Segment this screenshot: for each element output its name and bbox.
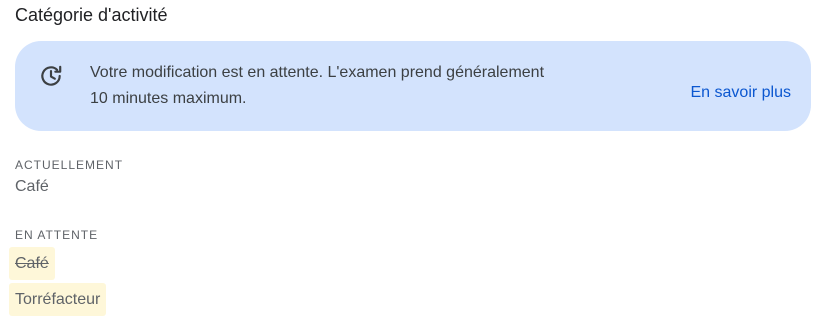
business-category-panel: Catégorie d'activité Votre modification … xyxy=(0,0,828,316)
current-label: ACTUELLEMENT xyxy=(15,158,124,172)
pending-label: EN ATTENTE xyxy=(15,228,99,242)
pending-message-line-2: 10 minutes maximum. xyxy=(90,90,247,107)
removed-category-chip: Café xyxy=(9,247,55,280)
clock-pending-icon xyxy=(38,63,64,89)
current-value: Café xyxy=(15,178,49,195)
pending-message-line-1: Votre modification est en attente. L'exa… xyxy=(90,64,545,81)
pending-change-banner: Votre modification est en attente. L'exa… xyxy=(15,41,811,131)
added-category-chip: Torréfacteur xyxy=(9,283,107,316)
section-title: Catégorie d'activité xyxy=(15,5,168,25)
learn-more-link[interactable]: En savoir plus xyxy=(691,84,792,102)
pending-message: Votre modification est en attente. L'exa… xyxy=(90,60,650,112)
